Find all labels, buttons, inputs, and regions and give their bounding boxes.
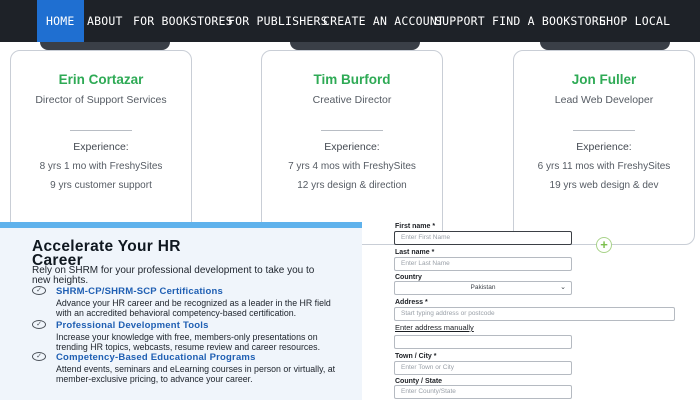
nav-about[interactable]: ABOUT — [87, 0, 123, 42]
nav-for-publishers[interactable]: FOR PUBLISHERS — [228, 0, 328, 42]
promo-accent-bar — [0, 222, 362, 228]
team-card: Jon Fuller Lead Web Developer Experience… — [513, 50, 695, 253]
experience-line: 7 yrs 4 mos with FreshySites — [288, 161, 416, 172]
first-name-field[interactable]: Enter First Name — [394, 231, 572, 245]
check-circle-icon: ✓ — [32, 320, 46, 329]
check-circle-icon: ✓ — [32, 286, 46, 295]
experience-line: 19 yrs web design & dev — [549, 180, 659, 191]
check-circle-icon: ✓ — [32, 352, 46, 361]
last-name-field[interactable]: Enter Last Name — [394, 257, 572, 271]
member-title: Director of Support Services — [35, 94, 167, 106]
experience-label: Experience: — [576, 141, 632, 153]
member-name: Jon Fuller — [571, 72, 637, 87]
promo-item-link[interactable]: Competency-Based Educational Programs — [56, 352, 256, 363]
nav-shop-local[interactable]: SHOP LOCAL — [599, 0, 670, 42]
address-form: First name * Enter First Name Last name … — [394, 222, 700, 400]
top-nav: HOME ABOUT FOR BOOKSTORES FOR PUBLISHERS… — [0, 0, 700, 42]
nav-support[interactable]: SUPPORT — [435, 0, 485, 42]
country-label: Country — [395, 274, 422, 281]
divider — [321, 130, 383, 131]
promo-intro: Rely on SHRM for your professional devel… — [32, 265, 315, 286]
member-name: Erin Cortazar — [58, 72, 144, 87]
address-manual-field[interactable] — [394, 335, 572, 349]
experience-line: 6 yrs 11 mos with FreshySites — [537, 161, 671, 172]
member-title: Creative Director — [312, 94, 392, 106]
experience-line: 8 yrs 1 mo with FreshySites — [39, 161, 163, 172]
town-label: Town / City * — [395, 353, 437, 360]
team-section: Erin Cortazar Director of Support Servic… — [0, 42, 700, 253]
county-field[interactable]: Enter County/State — [394, 385, 572, 399]
shrm-promo-panel: Accelerate Your HR Career Rely on SHRM f… — [0, 222, 362, 400]
nav-home[interactable]: HOME — [37, 0, 84, 42]
promo-headline: Accelerate Your HR Career — [32, 239, 181, 269]
country-value: Pakistan — [470, 284, 496, 291]
photo-shadow — [40, 42, 170, 50]
address-label: Address * — [395, 299, 428, 306]
promo-item-desc: Increase your knowledge with free, membe… — [56, 332, 321, 352]
experience-label: Experience: — [73, 141, 129, 153]
team-card: Tim Burford Creative Director Experience… — [261, 50, 443, 253]
nav-create-account[interactable]: CREATE AN ACCOUNT — [323, 0, 444, 42]
first-name-label: First name * — [395, 223, 436, 230]
member-title: Lead Web Developer — [554, 94, 654, 106]
town-field[interactable]: Enter Town or City — [394, 361, 572, 375]
last-name-label: Last name * — [395, 249, 435, 256]
photo-shadow — [540, 42, 670, 50]
divider — [573, 130, 635, 131]
promo-item-link[interactable]: Professional Development Tools — [56, 320, 209, 331]
team-card: Erin Cortazar Director of Support Servic… — [10, 50, 192, 253]
country-select[interactable]: Pakistan ⌄ — [394, 281, 572, 295]
county-label: County / State — [395, 378, 443, 385]
experience-line: 9 yrs customer support — [50, 180, 152, 191]
promo-item-desc: Advance your HR career and be recognized… — [56, 298, 331, 318]
nav-for-bookstores[interactable]: FOR BOOKSTORES — [133, 0, 233, 42]
experience-line: 12 yrs design & direction — [297, 180, 407, 191]
chevron-down-icon: ⌄ — [560, 284, 566, 291]
photo-shadow — [290, 42, 420, 50]
member-name: Tim Burford — [313, 72, 391, 87]
nav-find-bookstore[interactable]: FIND A BOOKSTORE — [492, 0, 606, 42]
promo-item-desc: Attend events, seminars and eLearning co… — [56, 364, 336, 384]
promo-item-link[interactable]: SHRM-CP/SHRM-SCP Certifications — [56, 286, 223, 297]
divider — [70, 130, 132, 131]
address-field[interactable]: Start typing address or postcode — [394, 307, 675, 321]
enter-address-manually-link[interactable]: Enter address manually — [395, 323, 474, 332]
experience-label: Experience: — [324, 141, 380, 153]
